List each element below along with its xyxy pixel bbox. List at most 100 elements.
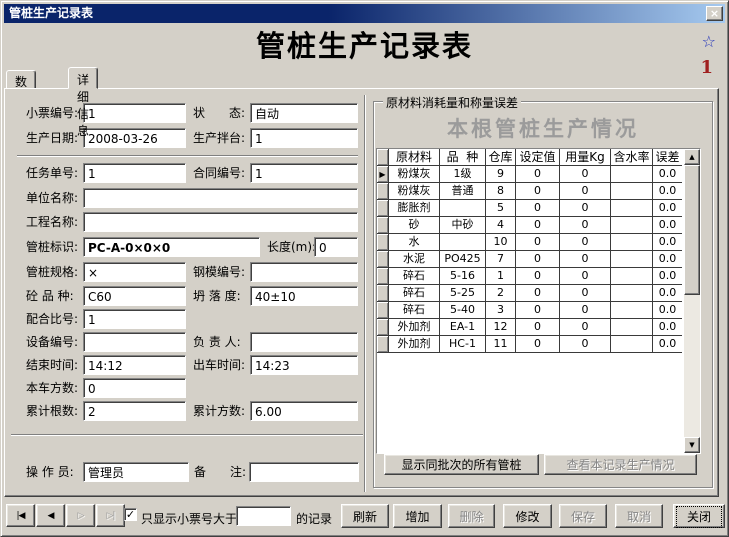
filter-ticket-input[interactable] (236, 506, 291, 526)
table-cell[interactable]: 0 (560, 166, 611, 183)
table-cell[interactable]: 0 (516, 268, 560, 285)
out-time-field[interactable] (250, 355, 358, 375)
column-header[interactable]: 仓库 (486, 149, 516, 166)
grid-vertical-scrollbar[interactable]: ▲ ▼ (684, 149, 700, 453)
total-count-field[interactable] (83, 401, 186, 421)
table-cell[interactable]: 普通 (440, 183, 486, 200)
unit-name-field[interactable] (83, 188, 358, 208)
table-cell[interactable]: 碎石 (389, 268, 440, 285)
table-cell[interactable]: 0 (516, 319, 560, 336)
table-cell[interactable]: 1 (486, 268, 516, 285)
table-cell[interactable]: 7 (486, 251, 516, 268)
nav-next-button[interactable]: ▷ (66, 504, 95, 527)
cancel-button[interactable]: 取消 (615, 504, 663, 528)
table-cell[interactable]: 碎石 (389, 302, 440, 319)
project-name-field[interactable] (83, 212, 358, 232)
table-cell[interactable]: 0 (560, 200, 611, 217)
table-row[interactable]: 外加剂HC-111000.0 (377, 336, 684, 353)
add-button[interactable]: 增加 (393, 504, 442, 528)
table-cell[interactable]: 0 (560, 285, 611, 302)
table-cell[interactable]: 0.0 (653, 234, 682, 251)
table-cell[interactable] (611, 234, 653, 251)
modify-button[interactable]: 修改 (503, 504, 552, 528)
table-cell[interactable] (611, 217, 653, 234)
nav-prev-button[interactable]: ◀ (36, 504, 65, 527)
table-cell[interactable]: 水 (389, 234, 440, 251)
table-cell[interactable]: 11 (486, 336, 516, 353)
table-cell[interactable]: 0.0 (653, 336, 682, 353)
column-header[interactable]: 品 种 (440, 149, 486, 166)
table-cell[interactable] (611, 200, 653, 217)
table-cell[interactable]: 砂 (389, 217, 440, 234)
table-cell[interactable]: 外加剂 (389, 319, 440, 336)
ticket-no-field[interactable] (83, 103, 186, 123)
table-cell[interactable]: 0 (560, 251, 611, 268)
table-cell[interactable]: 0 (516, 285, 560, 302)
table-cell[interactable]: 外加剂 (389, 336, 440, 353)
table-cell[interactable]: 膨胀剂 (389, 200, 440, 217)
table-cell[interactable]: 5 (486, 200, 516, 217)
tab-detail-info[interactable]: 详细信息 (68, 67, 98, 89)
device-no-field[interactable] (83, 332, 186, 352)
table-row[interactable]: 水泥PO4257000.0 (377, 251, 684, 268)
table-cell[interactable] (611, 251, 653, 268)
table-cell[interactable]: 0 (560, 183, 611, 200)
table-cell[interactable]: 0.0 (653, 302, 682, 319)
table-cell[interactable]: 0.0 (653, 319, 682, 336)
scroll-up-icon[interactable]: ▲ (684, 149, 700, 165)
close-button[interactable]: 关闭 (673, 504, 725, 528)
mix-ratio-field[interactable] (83, 309, 186, 329)
table-cell[interactable]: 0 (560, 336, 611, 353)
mold-no-field[interactable] (250, 262, 358, 282)
table-row[interactable]: 膨胀剂5000.0 (377, 200, 684, 217)
table-cell[interactable]: 水泥 (389, 251, 440, 268)
prod-date-field[interactable] (83, 128, 186, 148)
contract-no-field[interactable] (250, 163, 358, 183)
table-row[interactable]: ▶粉煤灰1级9000.0 (377, 166, 684, 183)
table-cell[interactable]: 4 (486, 217, 516, 234)
pile-id-field[interactable] (83, 237, 260, 257)
refresh-button[interactable]: 刷新 (341, 504, 389, 528)
table-cell[interactable]: 0 (560, 319, 611, 336)
tab-data-list[interactable]: 数据列表 (6, 70, 36, 89)
concrete-field[interactable] (83, 286, 186, 306)
table-cell[interactable]: 0 (560, 217, 611, 234)
table-cell[interactable]: PO425 (440, 251, 486, 268)
table-cell[interactable]: 0.0 (653, 217, 682, 234)
total-vol-field[interactable] (250, 401, 358, 421)
nav-last-button[interactable]: ▷| (96, 504, 125, 527)
table-cell[interactable] (611, 302, 653, 319)
truck-vol-field[interactable] (83, 378, 186, 398)
show-batch-button[interactable]: 显示同批次的所有管桩 (384, 454, 539, 475)
view-record-button[interactable]: 查看本记录生产情况 (544, 454, 697, 475)
table-cell[interactable]: 0 (560, 268, 611, 285)
table-cell[interactable]: 2 (486, 285, 516, 302)
column-header[interactable]: 含水率 (611, 149, 653, 166)
table-cell[interactable] (611, 319, 653, 336)
slump-field[interactable] (250, 286, 358, 306)
delete-button[interactable]: 删除 (448, 504, 495, 528)
table-cell[interactable]: 5-25 (440, 285, 486, 302)
title-bar[interactable]: 管桩生产记录表 × (4, 4, 725, 23)
table-cell[interactable]: 5-16 (440, 268, 486, 285)
table-cell[interactable]: 0 (516, 183, 560, 200)
table-cell[interactable]: 粉煤灰 (389, 166, 440, 183)
table-cell[interactable] (611, 268, 653, 285)
scroll-down-icon[interactable]: ▼ (684, 437, 700, 453)
table-cell[interactable]: 0 (516, 302, 560, 319)
table-cell[interactable]: EA-1 (440, 319, 486, 336)
end-time-field[interactable] (83, 355, 186, 375)
column-header[interactable]: 用量Kg (560, 149, 611, 166)
table-cell[interactable]: 0.0 (653, 183, 682, 200)
table-row[interactable]: 碎石5-161000.0 (377, 268, 684, 285)
table-cell[interactable]: 碎石 (389, 285, 440, 302)
table-cell[interactable] (611, 166, 653, 183)
table-cell[interactable]: 9 (486, 166, 516, 183)
table-cell[interactable]: 8 (486, 183, 516, 200)
column-header[interactable]: 误差 (653, 149, 682, 166)
length-field[interactable] (314, 237, 358, 257)
table-cell[interactable]: 0.0 (653, 268, 682, 285)
table-row[interactable]: 外加剂EA-112000.0 (377, 319, 684, 336)
table-cell[interactable]: 0.0 (653, 251, 682, 268)
table-cell[interactable]: 中砂 (440, 217, 486, 234)
